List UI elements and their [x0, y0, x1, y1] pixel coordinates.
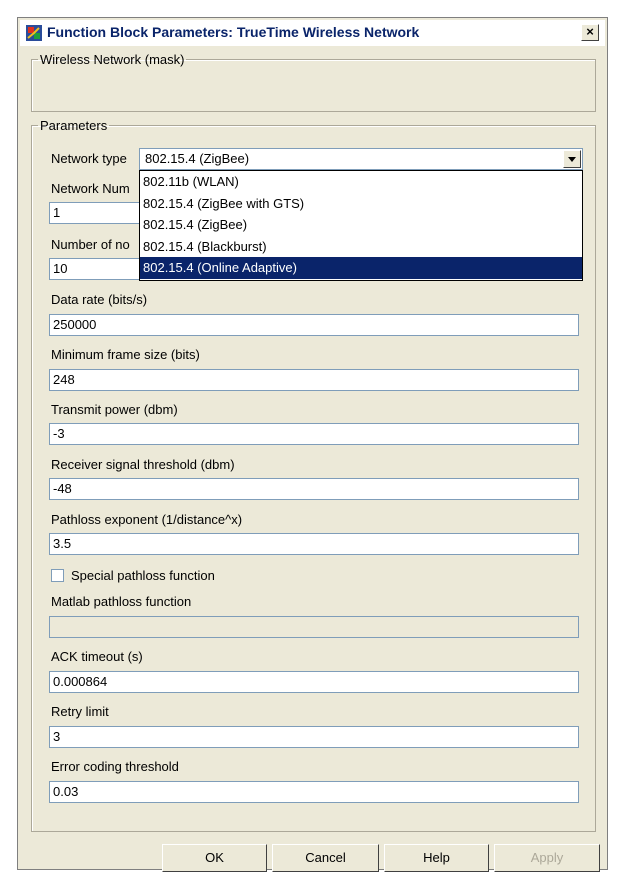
dialog-window: Function Block Parameters: TrueTime Wire… — [17, 17, 608, 872]
network-type-value: 802.15.4 (ZigBee) — [145, 151, 250, 166]
ack-timeout-field[interactable]: 0.000864 — [49, 671, 579, 693]
help-button[interactable]: Help — [384, 844, 489, 872]
chevron-down-icon[interactable] — [563, 150, 581, 168]
dropdown-option[interactable]: 802.11b (WLAN) — [140, 171, 582, 193]
apply-button: Apply — [494, 844, 600, 872]
dropdown-option-selected[interactable]: 802.15.4 (Online Adaptive) — [140, 257, 582, 279]
special-pathloss-checkbox[interactable] — [51, 569, 64, 582]
retry-limit-label: Retry limit — [51, 704, 109, 719]
number-of-nodes-label: Number of no — [51, 237, 130, 252]
transmit-power-label: Transmit power (dbm) — [51, 402, 178, 417]
parameters-group-legend: Parameters — [40, 118, 108, 133]
receiver-threshold-label: Receiver signal threshold (dbm) — [51, 457, 235, 472]
pathloss-exponent-field[interactable]: 3.5 — [49, 533, 579, 555]
network-type-dropdown: 802.11b (WLAN) 802.15.4 (ZigBee with GTS… — [139, 170, 583, 281]
simulink-app-icon — [26, 25, 42, 41]
matlab-pathloss-label: Matlab pathloss function — [51, 594, 192, 609]
receiver-threshold-field[interactable]: -48 — [49, 478, 579, 500]
error-coding-field[interactable]: 0.03 — [49, 781, 579, 803]
min-frame-size-field[interactable]: 248 — [49, 369, 579, 391]
title-bar[interactable]: Function Block Parameters: TrueTime Wire… — [20, 20, 605, 46]
special-pathloss-label: Special pathloss function — [71, 568, 215, 583]
data-rate-label: Data rate (bits/s) — [51, 292, 148, 307]
dropdown-option[interactable]: 802.15.4 (ZigBee with GTS) — [140, 193, 582, 215]
data-rate-field[interactable]: 250000 — [49, 314, 579, 336]
mask-group-legend: Wireless Network (mask) — [40, 52, 185, 67]
cancel-button[interactable]: Cancel — [272, 844, 379, 872]
network-type-label: Network type — [51, 151, 127, 166]
close-button[interactable]: × — [581, 24, 599, 41]
ack-timeout-label: ACK timeout (s) — [51, 649, 143, 664]
retry-limit-field[interactable]: 3 — [49, 726, 579, 748]
pathloss-exponent-label: Pathloss exponent (1/distance^x) — [51, 512, 243, 527]
min-frame-size-label: Minimum frame size (bits) — [51, 347, 200, 362]
ok-button[interactable]: OK — [162, 844, 267, 872]
window-title: Function Block Parameters: TrueTime Wire… — [47, 24, 420, 40]
network-type-select[interactable]: 802.15.4 (ZigBee) — [139, 148, 583, 170]
transmit-power-field[interactable]: -3 — [49, 423, 579, 445]
dropdown-option[interactable]: 802.15.4 (ZigBee) — [140, 214, 582, 236]
mask-group: Wireless Network (mask) — [31, 52, 596, 112]
error-coding-label: Error coding threshold — [51, 759, 179, 774]
dropdown-option[interactable]: 802.15.4 (Blackburst) — [140, 236, 582, 258]
matlab-pathloss-field — [49, 616, 579, 638]
network-number-label: Network Num — [51, 181, 130, 196]
